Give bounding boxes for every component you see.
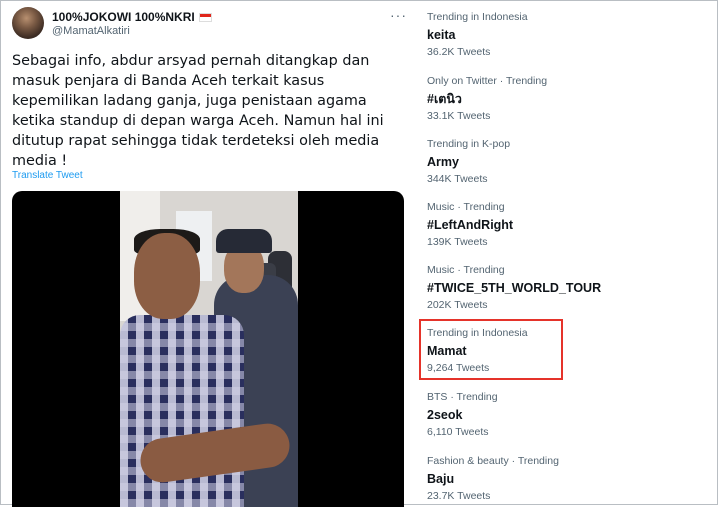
author-name[interactable]: 100%JOKOWI 100%NKRI — [52, 10, 195, 24]
trend-count: 6,110 Tweets — [427, 426, 489, 438]
avatar[interactable] — [12, 7, 44, 39]
more-options-icon[interactable]: ··· — [390, 7, 407, 23]
trend-count: 202K Tweets — [427, 299, 488, 311]
trend-context: Music · Trending — [427, 201, 505, 213]
trend-item[interactable]: Only on Twitter · Trending #เตนิว 33.1K … — [427, 75, 707, 123]
trend-context: Music · Trending — [427, 264, 505, 276]
trend-context: Trending in K-pop — [427, 138, 511, 150]
trend-count: 36.2K Tweets — [427, 46, 491, 58]
trend-context: Only on Twitter · Trending — [427, 75, 548, 87]
trend-name: Baju — [427, 472, 455, 486]
trend-count: 33.1K Tweets — [427, 110, 491, 122]
tweet-text: Sebagai info, abdur arsyad pernah ditang… — [12, 53, 384, 169]
trend-context: Trending in Indonesia — [427, 11, 528, 23]
trend-item[interactable]: Fashion & beauty · Trending Baju 23.7K T… — [427, 455, 707, 503]
author-handle[interactable]: @MamatAlkatiri — [52, 25, 130, 37]
trend-item[interactable]: BTS · Trending 2seok 6,110 Tweets — [427, 391, 707, 439]
video-frame — [120, 191, 298, 507]
trend-count: 23.7K Tweets — [427, 490, 491, 502]
trend-context: Fashion & beauty · Trending — [427, 455, 559, 467]
video-officer-cap — [216, 229, 272, 253]
trend-name: 2seok — [427, 408, 463, 422]
author-name-row[interactable]: 100%JOKOWI 100%NKRI — [52, 10, 212, 24]
trend-count: 139K Tweets — [427, 236, 488, 248]
trend-context: BTS · Trending — [427, 391, 498, 403]
red-highlight-annotation — [419, 319, 563, 380]
trend-item[interactable]: Music · Trending #TWICE_5TH_WORLD_TOUR 2… — [427, 264, 707, 312]
trend-count: 344K Tweets — [427, 173, 488, 185]
trends-list: Trending in Indonesia keita 36.2K Tweets… — [419, 0, 720, 507]
trend-name: #LeftAndRight — [427, 218, 514, 232]
tweet-video[interactable] — [12, 191, 404, 507]
trend-item[interactable]: Trending in Indonesia keita 36.2K Tweets — [427, 11, 707, 59]
indonesia-flag-icon — [198, 12, 212, 22]
trend-item[interactable]: Trending in K-pop Army 344K Tweets — [427, 138, 707, 186]
trend-name: #TWICE_5TH_WORLD_TOUR — [427, 281, 602, 295]
trend-name: Army — [427, 155, 459, 169]
video-man-head — [134, 233, 200, 319]
trend-name: #เตนิว — [427, 92, 462, 106]
tweet-card: 100%JOKOWI 100%NKRI @MamatAlkatiri ··· S… — [0, 0, 412, 507]
trend-name: keita — [427, 28, 456, 42]
translate-tweet-link[interactable]: Translate Tweet — [12, 170, 83, 181]
trend-item[interactable]: Music · Trending #LeftAndRight 139K Twee… — [427, 201, 707, 249]
